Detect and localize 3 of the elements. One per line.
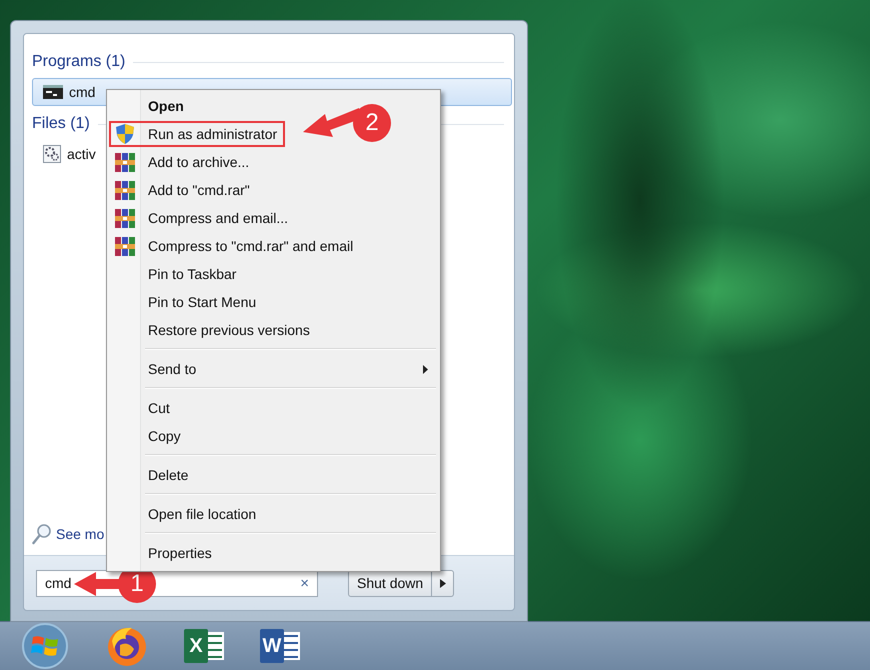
callout-badge: 2 bbox=[353, 104, 391, 142]
section-heading: Files (1) bbox=[32, 115, 90, 133]
section-heading: Programs (1) bbox=[32, 53, 126, 71]
